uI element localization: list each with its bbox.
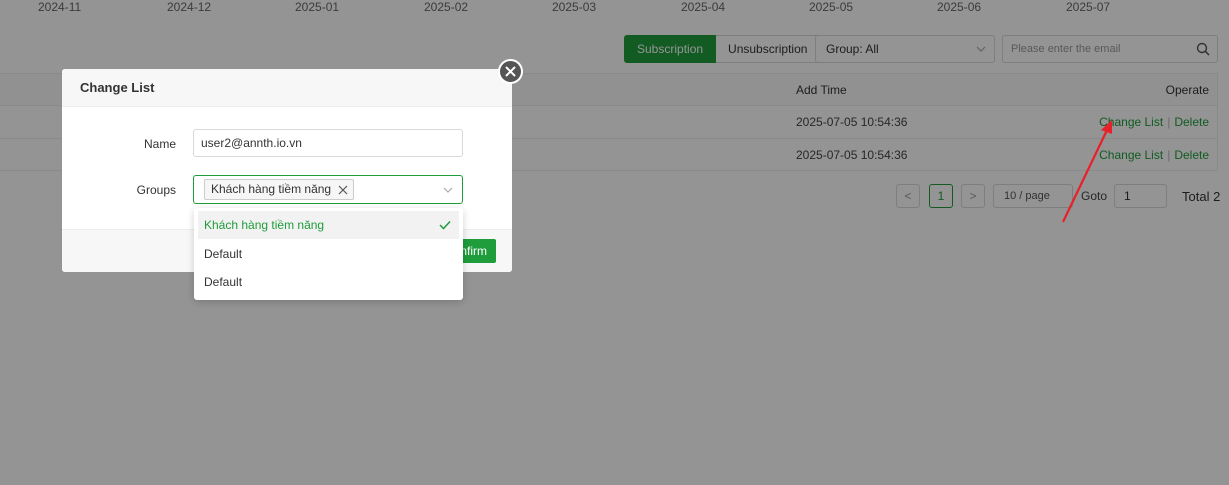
dropdown-option[interactable]: Default — [198, 268, 459, 296]
dialog-close-button[interactable] — [498, 59, 523, 84]
dropdown-option-label: Khách hàng tiềm năng — [204, 218, 325, 232]
dropdown-option[interactable]: Default — [198, 240, 459, 268]
name-label: Name — [143, 137, 176, 151]
selected-group-tag: Khách hàng tiềm năng — [204, 179, 355, 200]
close-icon — [505, 66, 516, 77]
name-input[interactable]: user2@annth.io.vn — [193, 129, 463, 157]
groups-label: Groups — [136, 183, 176, 197]
dialog-title: Change List — [62, 69, 512, 107]
close-icon[interactable] — [338, 185, 348, 195]
annotation-arrow — [1062, 120, 1112, 223]
selected-group-tag-label: Khách hàng tiềm năng — [211, 182, 332, 196]
dropdown-option-label: Default — [204, 275, 243, 289]
check-icon — [439, 220, 451, 230]
groups-select[interactable]: Khách hàng tiềm năng — [193, 175, 463, 204]
chevron-down-icon — [443, 187, 453, 193]
dropdown-option[interactable]: Khách hàng tiềm năng — [198, 211, 459, 239]
dropdown-option-label: Default — [204, 247, 243, 261]
groups-dropdown: Khách hàng tiềm năng Default Default — [194, 208, 463, 300]
